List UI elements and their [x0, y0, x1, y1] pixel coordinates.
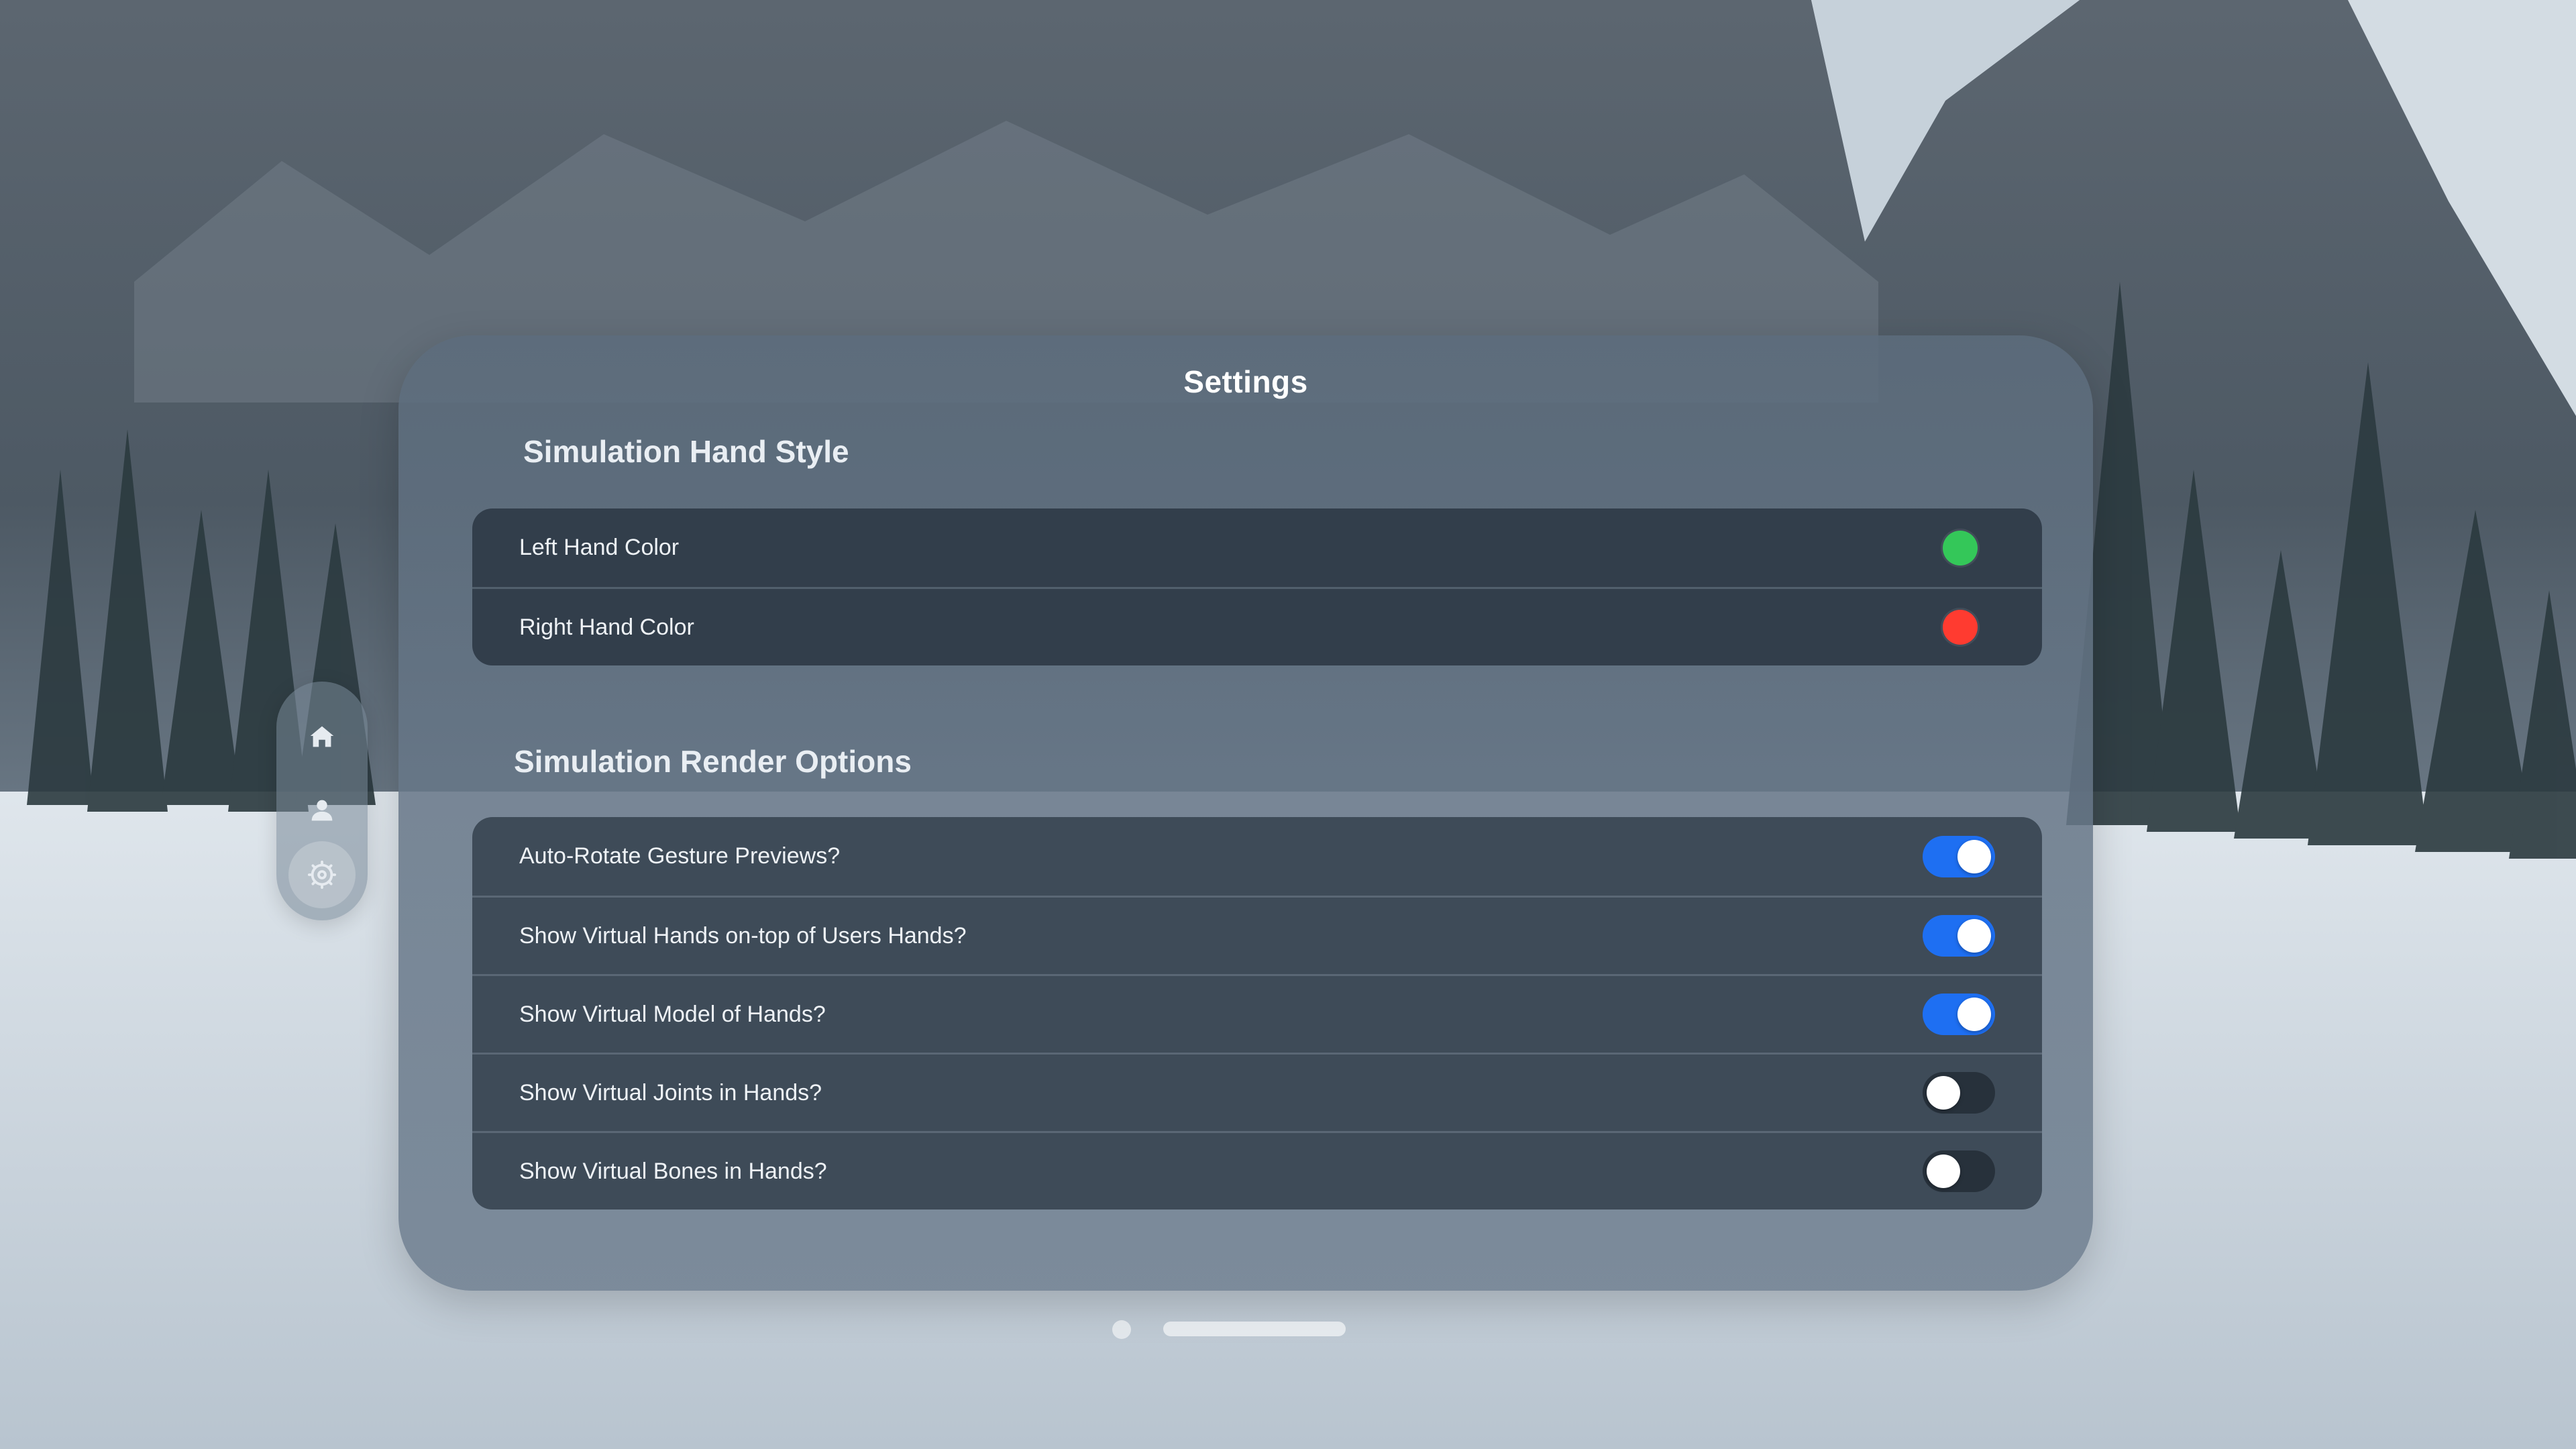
render-options-group: Auto-Rotate Gesture Previews? Show Virtu… [472, 817, 2042, 1210]
virtual-hands-on-top-row: Show Virtual Hands on-top of Users Hands… [472, 896, 2042, 974]
hand-style-group: Left Hand Color Right Hand Color [472, 508, 2042, 665]
settings-window: Settings Simulation Hand Style Left Hand… [398, 335, 2093, 1291]
virtual-model-toggle[interactable] [1923, 994, 1995, 1035]
house-icon [310, 726, 334, 747]
auto-rotate-label: Auto-Rotate Gesture Previews? [519, 843, 841, 869]
right-hand-color-row[interactable]: Right Hand Color [472, 587, 2042, 665]
virtual-bones-toggle[interactable] [1923, 1150, 1995, 1192]
virtual-joints-row: Show Virtual Joints in Hands? [472, 1053, 2042, 1131]
hand-style-section-title: Simulation Hand Style [523, 434, 849, 469]
right-hand-color-label: Right Hand Color [519, 614, 694, 640]
toggle-knob [1927, 1076, 1960, 1110]
virtual-model-label: Show Virtual Model of Hands? [519, 1001, 826, 1027]
auto-rotate-toggle[interactable] [1923, 835, 1995, 877]
virtual-hands-on-top-toggle[interactable] [1923, 915, 1995, 957]
toggle-knob [1927, 1155, 1960, 1188]
virtual-hands-on-top-label: Show Virtual Hands on-top of Users Hands… [519, 922, 967, 949]
window-close-dot[interactable] [1112, 1320, 1131, 1339]
window-title: Settings [1183, 364, 1308, 399]
settings-tab-button[interactable] [288, 841, 356, 908]
profile-tab-button[interactable] [288, 777, 356, 844]
toggle-knob [1957, 839, 1991, 873]
virtual-model-row: Show Virtual Model of Hands? [472, 974, 2042, 1053]
gear-icon [307, 860, 337, 890]
person-icon [311, 800, 333, 821]
left-hand-color-label: Left Hand Color [519, 535, 680, 560]
toggle-knob [1957, 998, 1991, 1031]
render-options-section-title: Simulation Render Options [514, 744, 912, 779]
right-hand-color-swatch[interactable] [1943, 610, 1978, 645]
virtual-bones-label: Show Virtual Bones in Hands? [519, 1158, 827, 1184]
tab-ornament [276, 682, 368, 920]
window-grabber-bar[interactable] [1163, 1322, 1346, 1336]
left-hand-color-row[interactable]: Left Hand Color [472, 508, 2042, 587]
left-hand-color-swatch[interactable] [1943, 530, 1978, 566]
virtual-joints-toggle[interactable] [1923, 1072, 1995, 1114]
toggle-knob [1957, 919, 1991, 953]
virtual-bones-row: Show Virtual Bones in Hands? [472, 1131, 2042, 1210]
virtual-joints-label: Show Virtual Joints in Hands? [519, 1079, 822, 1106]
auto-rotate-row: Auto-Rotate Gesture Previews? [472, 817, 2042, 896]
home-tab-button[interactable] [288, 703, 356, 770]
vision-os-environment: Settings Simulation Hand Style Left Hand… [0, 0, 2576, 1449]
